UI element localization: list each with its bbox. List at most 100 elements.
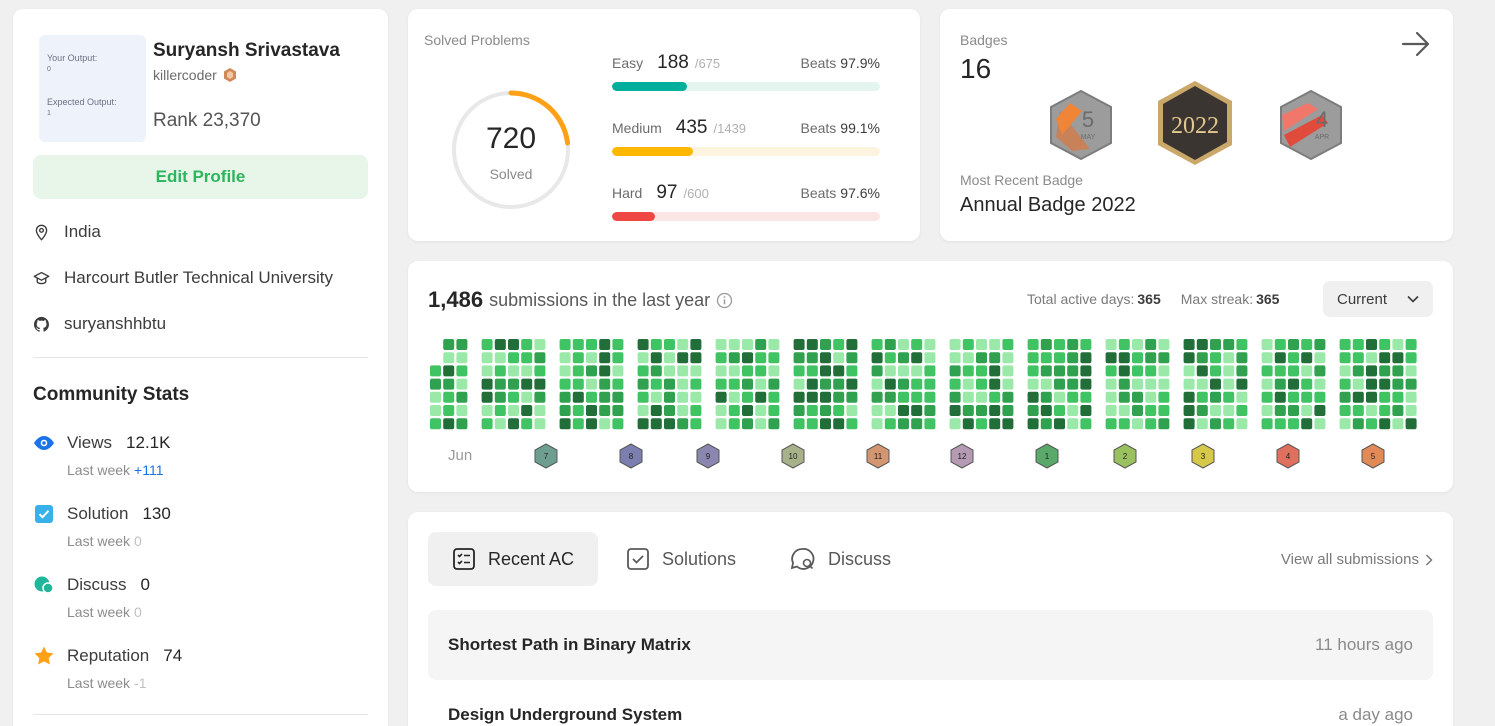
heatmap-cell[interactable] <box>742 339 753 350</box>
heatmap-cell[interactable] <box>755 339 767 350</box>
heatmap-cell[interactable] <box>1118 339 1130 350</box>
heatmap-cell[interactable] <box>572 418 584 430</box>
heatmap-cell[interactable] <box>820 378 831 390</box>
heatmap-cell[interactable] <box>871 378 883 390</box>
heatmap-cell[interactable] <box>949 339 961 350</box>
heatmap-cell[interactable] <box>586 352 597 364</box>
heatmap-cell[interactable] <box>1183 339 1195 350</box>
heatmap-cell[interactable] <box>884 352 896 364</box>
heatmap-cell[interactable] <box>976 339 987 350</box>
heatmap-cell[interactable] <box>612 391 624 403</box>
heatmap-cell[interactable] <box>521 405 533 416</box>
heatmap-cell[interactable] <box>1054 418 1065 430</box>
heatmap-cell[interactable] <box>494 418 506 430</box>
heatmap-cell[interactable] <box>690 339 702 350</box>
heatmap-cell[interactable] <box>1145 339 1157 350</box>
heatmap-cell[interactable] <box>559 339 571 350</box>
heatmap-cell[interactable] <box>1352 378 1364 390</box>
heatmap-cell[interactable] <box>586 391 597 403</box>
heatmap-cell[interactable] <box>989 365 1001 377</box>
heatmap-cell[interactable] <box>846 352 858 364</box>
heatmap-cell[interactable] <box>833 378 845 390</box>
heatmap-cell[interactable] <box>521 352 533 364</box>
heatmap-cell[interactable] <box>494 339 506 350</box>
heatmap-cell[interactable] <box>1002 365 1014 377</box>
heatmap-cell[interactable] <box>871 339 883 350</box>
heatmap-cell[interactable] <box>1118 391 1130 403</box>
heatmap-cell[interactable] <box>924 405 936 416</box>
heatmap-cell[interactable] <box>508 391 519 403</box>
heatmap-cell[interactable] <box>715 365 727 377</box>
heatmap-cell[interactable] <box>1002 352 1014 364</box>
heatmap-cell[interactable] <box>1027 391 1039 403</box>
github-text[interactable]: suryanshhbtu <box>64 314 166 334</box>
heatmap-cell[interactable] <box>1196 365 1208 377</box>
heatmap-cell[interactable] <box>742 405 753 416</box>
heatmap-cell[interactable] <box>1379 378 1391 390</box>
heatmap-cell[interactable] <box>1196 391 1208 403</box>
heatmap-cell[interactable] <box>768 418 780 430</box>
heatmap-cell[interactable] <box>989 405 1001 416</box>
heatmap-cell[interactable] <box>508 339 519 350</box>
heatmap-cell[interactable] <box>1405 405 1417 416</box>
heatmap-cell[interactable] <box>1054 391 1065 403</box>
heatmap-cell[interactable] <box>1040 378 1052 390</box>
heatmap-cell[interactable] <box>1158 365 1170 377</box>
heatmap-cell[interactable] <box>1366 365 1377 377</box>
heatmap-cell[interactable] <box>806 365 818 377</box>
heatmap-cell[interactable] <box>1301 405 1313 416</box>
heatmap-cell[interactable] <box>559 405 571 416</box>
heatmap-cell[interactable] <box>1080 391 1092 403</box>
heatmap-cell[interactable] <box>962 339 974 350</box>
heatmap-cell[interactable] <box>1392 352 1404 364</box>
heatmap-cell[interactable] <box>1105 352 1117 364</box>
heatmap-cell[interactable] <box>949 378 961 390</box>
heatmap-cell[interactable] <box>793 405 805 416</box>
heatmap-cell[interactable] <box>1002 405 1014 416</box>
heatmap-cell[interactable] <box>768 352 780 364</box>
heatmap-cell[interactable] <box>494 378 506 390</box>
heatmap-cell[interactable] <box>534 418 546 430</box>
heatmap-cell[interactable] <box>637 378 649 390</box>
submission-row[interactable]: Design Underground System a day ago <box>428 680 1433 726</box>
heatmap-cell[interactable] <box>586 365 597 377</box>
heatmap-cell[interactable] <box>898 378 909 390</box>
heatmap-cell[interactable] <box>1274 418 1286 430</box>
heatmap-cell[interactable] <box>728 405 740 416</box>
heatmap-cell[interactable] <box>715 339 727 350</box>
heatmap-cell[interactable] <box>1105 339 1117 350</box>
heatmap-cell[interactable] <box>664 378 675 390</box>
heatmap-cell[interactable] <box>508 365 519 377</box>
heatmap-cell[interactable] <box>1379 391 1391 403</box>
heatmap-cell[interactable] <box>1392 339 1404 350</box>
heatmap-cell[interactable] <box>443 378 455 390</box>
edit-profile-button[interactable]: Edit Profile <box>33 155 368 199</box>
heatmap-cell[interactable] <box>1405 339 1417 350</box>
heatmap-cell[interactable] <box>1405 365 1417 377</box>
heatmap-cell[interactable] <box>846 405 858 416</box>
heatmap-cell[interactable] <box>443 352 455 364</box>
heatmap-cell[interactable] <box>430 378 441 390</box>
badge-apr-icon[interactable]: 4 APR <box>1278 89 1344 161</box>
heatmap-cell[interactable] <box>664 352 675 364</box>
heatmap-cell[interactable] <box>650 405 662 416</box>
heatmap-cell[interactable] <box>559 352 571 364</box>
heatmap-cell[interactable] <box>755 365 767 377</box>
heatmap-cell[interactable] <box>1314 352 1326 364</box>
month-badge-icon[interactable]: 4 <box>1276 443 1300 469</box>
heatmap-cell[interactable] <box>456 405 468 416</box>
heatmap-cell[interactable] <box>1352 352 1364 364</box>
heatmap-cell[interactable] <box>599 352 611 364</box>
heatmap-cell[interactable] <box>1274 378 1286 390</box>
heatmap-cell[interactable] <box>884 378 896 390</box>
heatmap-cell[interactable] <box>1405 378 1417 390</box>
heatmap-cell[interactable] <box>481 378 493 390</box>
heatmap-cell[interactable] <box>1040 391 1052 403</box>
heatmap-cell[interactable] <box>572 378 584 390</box>
heatmap-cell[interactable] <box>690 378 702 390</box>
heatmap-cell[interactable] <box>1288 405 1299 416</box>
heatmap-cell[interactable] <box>924 418 936 430</box>
heatmap-cell[interactable] <box>976 352 987 364</box>
heatmap-cell[interactable] <box>1392 405 1404 416</box>
heatmap-cell[interactable] <box>612 352 624 364</box>
